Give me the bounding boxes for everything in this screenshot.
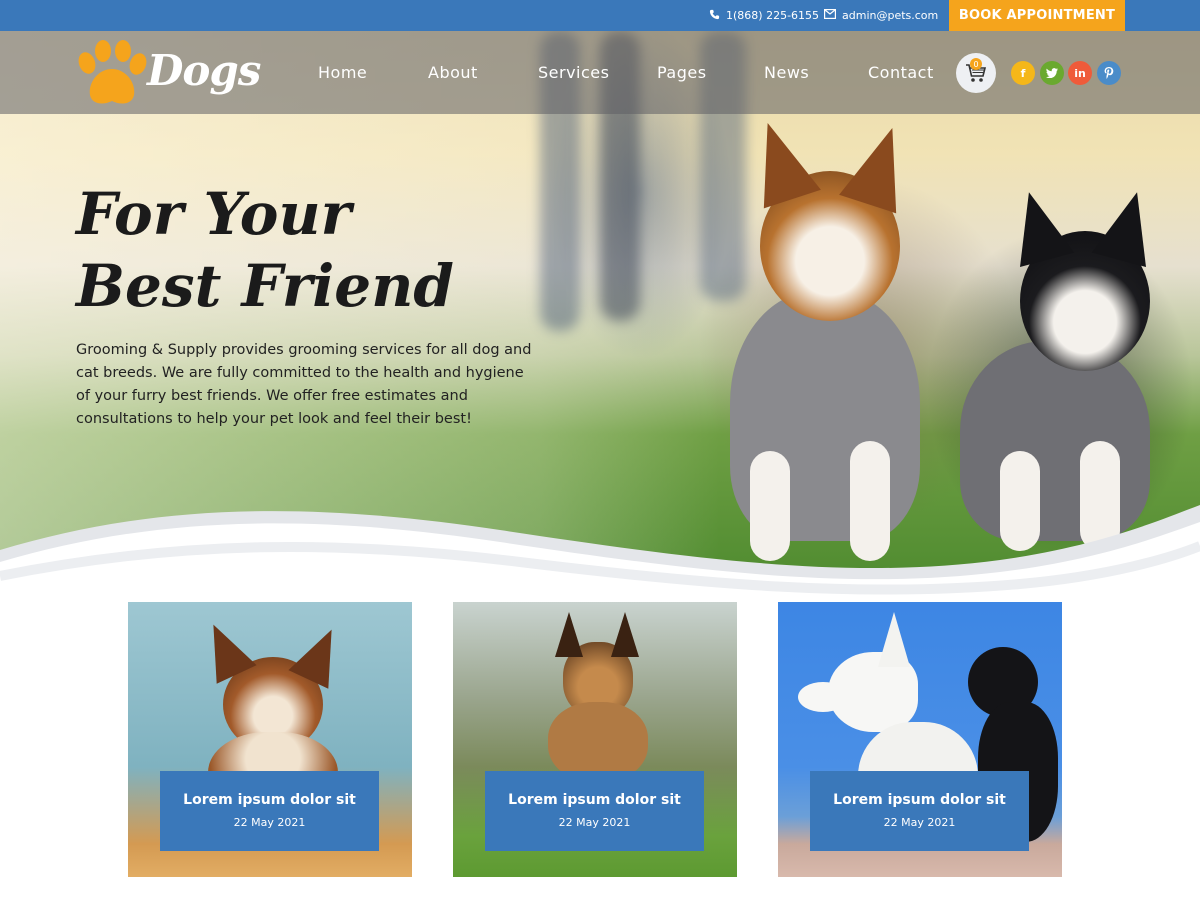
top-bar: 1(868) 225-6155 admin@pets.com BOOK APPO…: [0, 0, 1200, 31]
pinterest-icon[interactable]: [1097, 61, 1121, 85]
phone-icon: [709, 9, 720, 23]
card-title[interactable]: Lorem ipsum dolor sit: [810, 792, 1029, 808]
nav-item-news[interactable]: News: [764, 63, 809, 82]
card-caption: Lorem ipsum dolor sit 22 May 2021: [485, 771, 704, 851]
mail-icon: [824, 9, 837, 22]
nav-item-pages[interactable]: Pages: [657, 63, 707, 82]
book-appointment-button[interactable]: BOOK APPOINTMENT: [949, 0, 1125, 31]
hero-description: Grooming & Supply provides grooming serv…: [76, 342, 532, 427]
post-card-1[interactable]: Lorem ipsum dolor sit 22 May 2021: [128, 602, 412, 877]
card-date: 22 May 2021: [558, 816, 631, 829]
card-caption: Lorem ipsum dolor sit 22 May 2021: [160, 771, 379, 851]
phone-number: 1(868) 225-6155: [726, 9, 820, 22]
post-card-3[interactable]: Lorem ipsum dolor sit 22 May 2021: [778, 602, 1062, 877]
brand-name[interactable]: Dogs: [147, 46, 261, 95]
nav-item-services[interactable]: Services: [538, 63, 609, 82]
card-caption: Lorem ipsum dolor sit 22 May 2021: [810, 771, 1029, 851]
hero-headline-line2: Best Friend: [76, 252, 454, 320]
card-title[interactable]: Lorem ipsum dolor sit: [485, 792, 704, 808]
card-image-shepherd: [543, 612, 653, 782]
facebook-icon[interactable]: f: [1011, 61, 1035, 85]
linkedin-icon[interactable]: in: [1068, 61, 1092, 85]
twitter-icon[interactable]: [1040, 61, 1064, 85]
card-date: 22 May 2021: [233, 816, 306, 829]
paw-icon: [78, 40, 147, 104]
phone-contact[interactable]: 1(868) 225-6155: [709, 0, 819, 31]
nav-item-about[interactable]: About: [428, 63, 478, 82]
hero-headline: For Your Best Friend: [76, 178, 536, 322]
email-contact[interactable]: admin@pets.com: [824, 0, 938, 31]
nav-item-home[interactable]: Home: [318, 63, 367, 82]
hero-wave-divider: [0, 505, 1200, 610]
card-date: 22 May 2021: [883, 816, 956, 829]
hero-headline-line1: For Your: [76, 180, 352, 248]
card-title[interactable]: Lorem ipsum dolor sit: [160, 792, 379, 808]
email-address: admin@pets.com: [842, 9, 939, 22]
nav-item-contact[interactable]: Contact: [868, 63, 934, 82]
cart-count-badge: 0: [970, 58, 982, 70]
post-card-2[interactable]: Lorem ipsum dolor sit 22 May 2021: [453, 602, 737, 877]
